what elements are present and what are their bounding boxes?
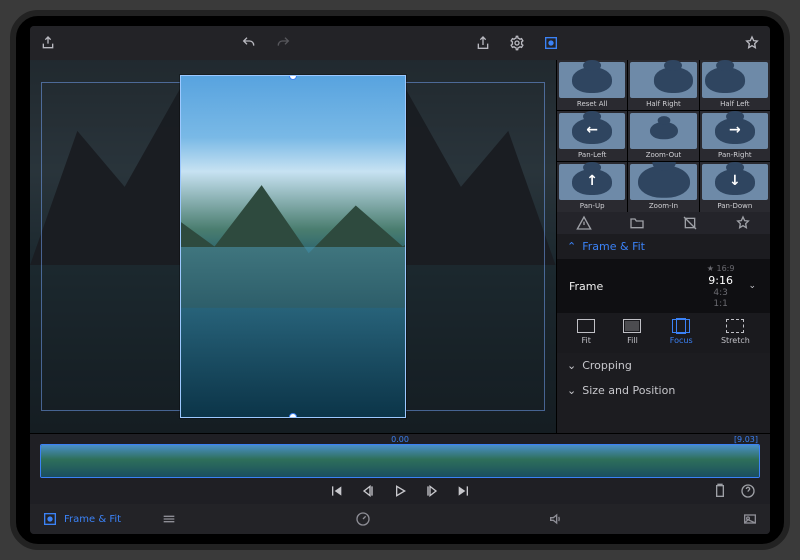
crop-frame[interactable] [180, 75, 406, 418]
help-icon[interactable] [740, 483, 756, 499]
fit-mode-fit[interactable]: Fit [577, 319, 595, 345]
preset-zoom-out[interactable]: Zoom-Out [628, 111, 698, 161]
layers-icon[interactable] [161, 511, 177, 527]
preset-pan-left[interactable]: ←Pan-Left [557, 111, 627, 161]
preset-pan-right[interactable]: →Pan-Right [700, 111, 770, 161]
preset-half-left[interactable]: Half Left [700, 60, 770, 110]
chevron-down-icon: ⌄ [748, 281, 756, 291]
frame-fit-icon [42, 511, 58, 527]
redo-icon[interactable] [275, 35, 291, 51]
section-size-position[interactable]: ⌄ Size and Position [557, 378, 770, 403]
tool-frame-fit[interactable]: Frame & Fit [42, 511, 121, 527]
timeline-zone: 0.00 [9.03] [30, 433, 770, 504]
export-icon[interactable] [40, 35, 56, 51]
settings-icon[interactable] [509, 35, 525, 51]
preview-canvas[interactable] [30, 60, 556, 433]
fit-mode-fill[interactable]: Fill [623, 319, 641, 345]
inspector-panel: Reset All Half Right Half Left ←Pan-Left… [556, 60, 770, 433]
fit-mode-row: Fit Fill Focus Stretch [557, 313, 770, 353]
goto-end-icon[interactable] [456, 483, 472, 499]
fit-mode-stretch[interactable]: Stretch [721, 319, 750, 345]
folder-icon[interactable] [629, 215, 645, 231]
star-icon[interactable] [744, 35, 760, 51]
preset-reset-all[interactable]: Reset All [557, 60, 627, 110]
crop-alt-icon[interactable] [682, 215, 698, 231]
playhead-time: 0.00 [391, 435, 409, 444]
top-toolbar [30, 26, 770, 60]
frame-ratio-row[interactable]: Frame ★ 16:9 9:16 4:3 1:1 ⌄ [557, 259, 770, 313]
frame-fit-tool-icon[interactable] [543, 35, 559, 51]
step-back-icon[interactable] [360, 483, 376, 499]
preset-grid: Reset All Half Right Half Left ←Pan-Left… [557, 60, 770, 212]
chevron-up-icon: ⌃ [567, 240, 576, 253]
preset-zoom-in[interactable]: Zoom-In [628, 162, 698, 212]
chevron-down-icon: ⌄ [567, 384, 576, 397]
warning-icon[interactable] [576, 215, 592, 231]
bottom-bar: Frame & Fit [30, 504, 770, 534]
transport-controls [30, 478, 770, 504]
share-icon[interactable] [475, 35, 491, 51]
fit-mode-focus[interactable]: Focus [670, 319, 693, 345]
crop-handle-bottom[interactable] [289, 413, 297, 418]
preset-category-row [557, 212, 770, 234]
chevron-down-icon: ⌄ [567, 359, 576, 372]
speed-icon[interactable] [355, 511, 371, 527]
favorite-icon[interactable] [735, 215, 751, 231]
preset-pan-up[interactable]: ↑Pan-Up [557, 162, 627, 212]
preset-pan-down[interactable]: ↓Pan-Down [700, 162, 770, 212]
goto-start-icon[interactable] [328, 483, 344, 499]
clip-end-time: [9.03] [734, 435, 758, 444]
media-icon[interactable] [742, 511, 758, 527]
preset-half-right[interactable]: Half Right [628, 60, 698, 110]
section-title: Frame & Fit [582, 240, 645, 253]
crop-handle-top[interactable] [289, 75, 297, 80]
play-icon[interactable] [392, 483, 408, 499]
step-forward-icon[interactable] [424, 483, 440, 499]
clipboard-icon[interactable] [712, 483, 728, 499]
aspect-ratio-picker[interactable]: ★ 16:9 9:16 4:3 1:1 [707, 264, 735, 309]
frame-label: Frame [569, 280, 707, 293]
audio-icon[interactable] [548, 511, 564, 527]
section-frame-fit[interactable]: ⌃ Frame & Fit [557, 234, 770, 259]
timeline-clip[interactable] [40, 444, 760, 478]
undo-icon[interactable] [241, 35, 257, 51]
section-cropping[interactable]: ⌄ Cropping [557, 353, 770, 378]
